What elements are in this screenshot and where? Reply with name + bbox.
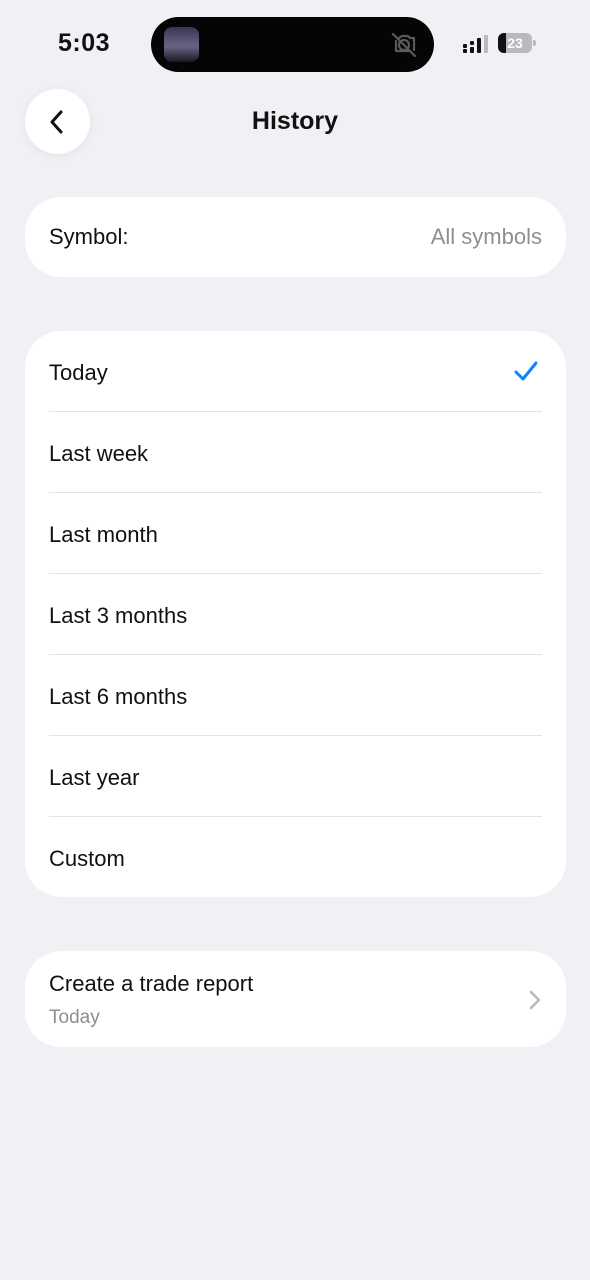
- battery-level: 23: [507, 35, 523, 51]
- period-option-last-6-months[interactable]: Last 6 months: [25, 655, 566, 736]
- status-time: 5:03: [58, 29, 111, 57]
- status-bar: 5:03 23: [0, 0, 590, 90]
- battery-body: 23: [498, 33, 532, 53]
- period-option-last-3-months[interactable]: Last 3 months: [25, 574, 566, 655]
- period-label: Custom: [49, 846, 125, 871]
- period-option-last-week[interactable]: Last week: [25, 412, 566, 493]
- period-option-last-year[interactable]: Last year: [25, 736, 566, 817]
- symbol-label: Symbol:: [49, 224, 129, 249]
- trade-report-period: Today: [49, 1007, 100, 1028]
- period-option-today[interactable]: Today: [25, 331, 566, 412]
- period-list: Today Last week Last month Last 3 months…: [25, 331, 566, 897]
- period-label: Today: [49, 360, 108, 385]
- dynamic-island: [151, 17, 434, 72]
- period-label: Last 3 months: [49, 603, 188, 628]
- period-label: Last year: [49, 765, 140, 790]
- symbol-filter-row[interactable]: Symbol: All symbols: [25, 197, 566, 277]
- period-label: Last 6 months: [49, 684, 188, 709]
- period-label: Last month: [49, 522, 158, 547]
- muted-camera-icon: [391, 32, 417, 58]
- period-option-last-month[interactable]: Last month: [25, 493, 566, 574]
- chevron-right-icon: [529, 990, 541, 1010]
- page-title: History: [251, 107, 339, 135]
- cellular-signal-icon: [463, 35, 488, 53]
- battery-indicator: 23: [498, 33, 536, 53]
- period-option-custom[interactable]: Custom: [25, 817, 566, 898]
- period-label: Last week: [49, 441, 149, 466]
- battery-cap: [533, 40, 536, 46]
- now-playing-thumbnail: [164, 27, 199, 62]
- trade-report-title: Create a trade report: [49, 971, 254, 996]
- create-trade-report-row[interactable]: Create a trade report Today: [25, 951, 566, 1047]
- symbol-value: All symbols: [430, 224, 542, 249]
- checkmark-icon: [514, 361, 538, 381]
